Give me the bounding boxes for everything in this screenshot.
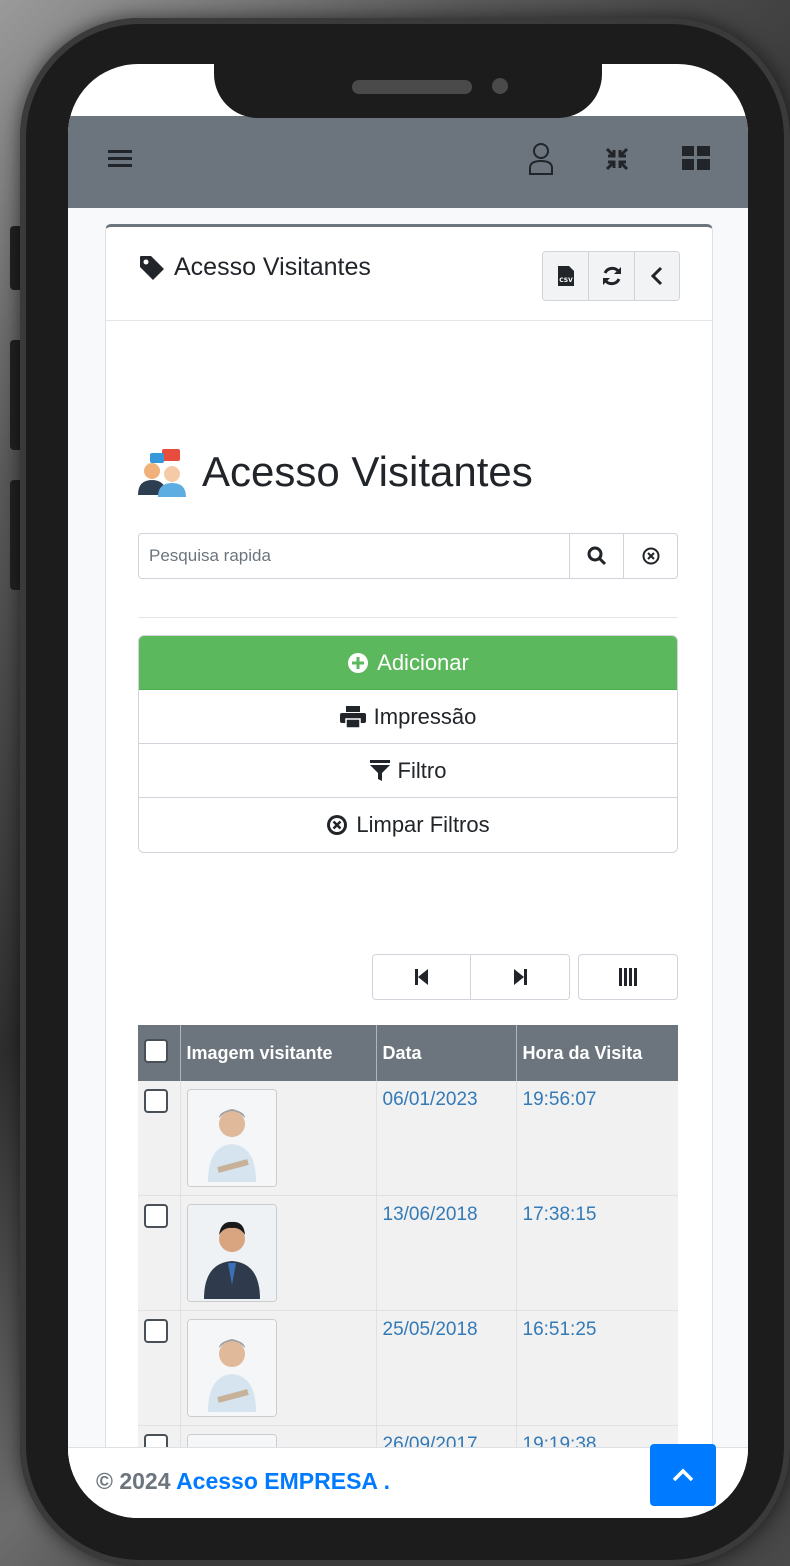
filter-button[interactable]: Filtro bbox=[139, 744, 677, 798]
add-button[interactable]: Adicionar bbox=[139, 636, 677, 690]
clear-search-button[interactable] bbox=[623, 534, 677, 578]
scroll-top-button[interactable] bbox=[650, 1444, 716, 1506]
date-cell[interactable]: 13/06/2018 bbox=[376, 1195, 517, 1311]
back-icon bbox=[650, 266, 663, 286]
first-page-button[interactable] bbox=[373, 955, 471, 999]
checkbox-cell bbox=[138, 1310, 181, 1426]
time-cell[interactable]: 19:56:07 bbox=[516, 1081, 678, 1196]
last-page-button[interactable] bbox=[471, 955, 569, 999]
tag-icon bbox=[140, 255, 164, 280]
svg-text:CSV: CSV bbox=[559, 277, 573, 284]
print-button-label: Impressão bbox=[373, 703, 477, 729]
phone-camera bbox=[492, 78, 508, 94]
csv-icon: CSV bbox=[557, 266, 574, 286]
times-circle-icon bbox=[327, 815, 348, 835]
select-all-checkbox[interactable] bbox=[144, 1038, 168, 1063]
footer-copyright: © 2024 Acesso EMPRESA . bbox=[96, 1468, 390, 1495]
time-cell[interactable]: 17:38:15 bbox=[516, 1195, 678, 1311]
user-icon[interactable] bbox=[528, 142, 554, 183]
main-card: Acesso Visitantes CSV Acesso Visitantes … bbox=[105, 224, 713, 1518]
card-tools: CSV bbox=[542, 251, 680, 301]
phone-notch bbox=[214, 62, 602, 118]
date-cell[interactable]: 06/01/2023 bbox=[376, 1081, 517, 1196]
filter-button-label: Filtro bbox=[397, 757, 447, 783]
card-title-text: Acesso Visitantes bbox=[174, 253, 371, 281]
hamburger-icon[interactable] bbox=[108, 146, 132, 177]
chevron-up-icon bbox=[672, 1468, 694, 1482]
phone-speaker bbox=[352, 80, 472, 94]
table-row: 25/05/2018 16:51:25 bbox=[138, 1310, 678, 1426]
page-footer: © 2024 Acesso EMPRESA . bbox=[68, 1447, 748, 1518]
visitors-icon bbox=[138, 449, 186, 497]
footer-suffix: . bbox=[383, 1468, 390, 1494]
column-header-time[interactable]: Hora da Visita bbox=[516, 1025, 678, 1081]
compress-icon[interactable] bbox=[604, 146, 630, 179]
clear-filters-button[interactable]: Limpar Filtros bbox=[139, 798, 677, 852]
search-input[interactable] bbox=[139, 534, 569, 578]
plus-circle-icon bbox=[348, 652, 369, 673]
column-header-date[interactable]: Data bbox=[376, 1025, 517, 1081]
visitor-photo[interactable] bbox=[186, 1319, 277, 1417]
back-button[interactable] bbox=[635, 252, 679, 300]
filter-icon bbox=[369, 759, 390, 781]
page-title-text: Acesso Visitantes bbox=[202, 448, 533, 495]
image-cell bbox=[180, 1310, 377, 1426]
visitor-photo[interactable] bbox=[186, 1089, 277, 1187]
card-header: Acesso Visitantes CSV bbox=[106, 227, 712, 321]
step-backward-icon bbox=[414, 969, 428, 985]
clear-circle-icon bbox=[642, 547, 659, 565]
date-cell[interactable]: 25/05/2018 bbox=[376, 1310, 517, 1426]
step-forward-icon bbox=[514, 969, 527, 985]
columns-icon bbox=[619, 968, 637, 986]
quick-search bbox=[138, 533, 678, 579]
time-cell[interactable]: 16:51:25 bbox=[516, 1310, 678, 1426]
row-checkbox[interactable] bbox=[144, 1089, 168, 1113]
table-header-row: Imagem visitante Data Hora da Visita bbox=[138, 1025, 678, 1081]
table-row: 13/06/2018 17:38:15 bbox=[138, 1195, 678, 1311]
search-button[interactable] bbox=[569, 534, 623, 578]
clear-filters-label: Limpar Filtros bbox=[356, 812, 490, 837]
image-cell bbox=[180, 1195, 377, 1311]
refresh-button[interactable] bbox=[589, 252, 635, 300]
grid-icon[interactable] bbox=[682, 146, 710, 177]
columns-button[interactable] bbox=[578, 954, 678, 1000]
add-button-label: Adicionar bbox=[377, 649, 469, 675]
pagination bbox=[372, 954, 570, 1000]
refresh-icon bbox=[602, 266, 621, 286]
checkbox-cell bbox=[138, 1081, 181, 1196]
top-navbar bbox=[68, 116, 748, 208]
print-button[interactable]: Impressão bbox=[139, 690, 677, 744]
visitors-table: Imagem visitante Data Hora da Visita 06/… bbox=[138, 1025, 678, 1518]
image-cell bbox=[180, 1081, 377, 1196]
export-csv-button[interactable]: CSV bbox=[543, 252, 589, 300]
row-checkbox[interactable] bbox=[144, 1319, 168, 1343]
footer-year: © 2024 bbox=[96, 1468, 171, 1494]
visitor-photo[interactable] bbox=[186, 1204, 277, 1302]
table-row: 06/01/2023 19:56:07 bbox=[138, 1081, 678, 1196]
divider bbox=[138, 617, 678, 618]
page-title: Acesso Visitantes bbox=[136, 447, 533, 497]
select-all-cell bbox=[138, 1025, 181, 1081]
checkbox-cell bbox=[138, 1195, 181, 1311]
footer-brand-link[interactable]: Acesso EMPRESA bbox=[176, 1468, 377, 1494]
card-title: Acesso Visitantes bbox=[138, 253, 371, 282]
print-icon bbox=[339, 705, 366, 728]
action-list: Adicionar Impressão Filtro Limpar Filtro… bbox=[138, 635, 678, 853]
phone-screen: Acesso Visitantes CSV Acesso Visitantes … bbox=[68, 64, 748, 1518]
column-header-image[interactable]: Imagem visitante bbox=[180, 1025, 377, 1081]
row-checkbox[interactable] bbox=[144, 1204, 168, 1228]
search-icon bbox=[587, 546, 606, 566]
